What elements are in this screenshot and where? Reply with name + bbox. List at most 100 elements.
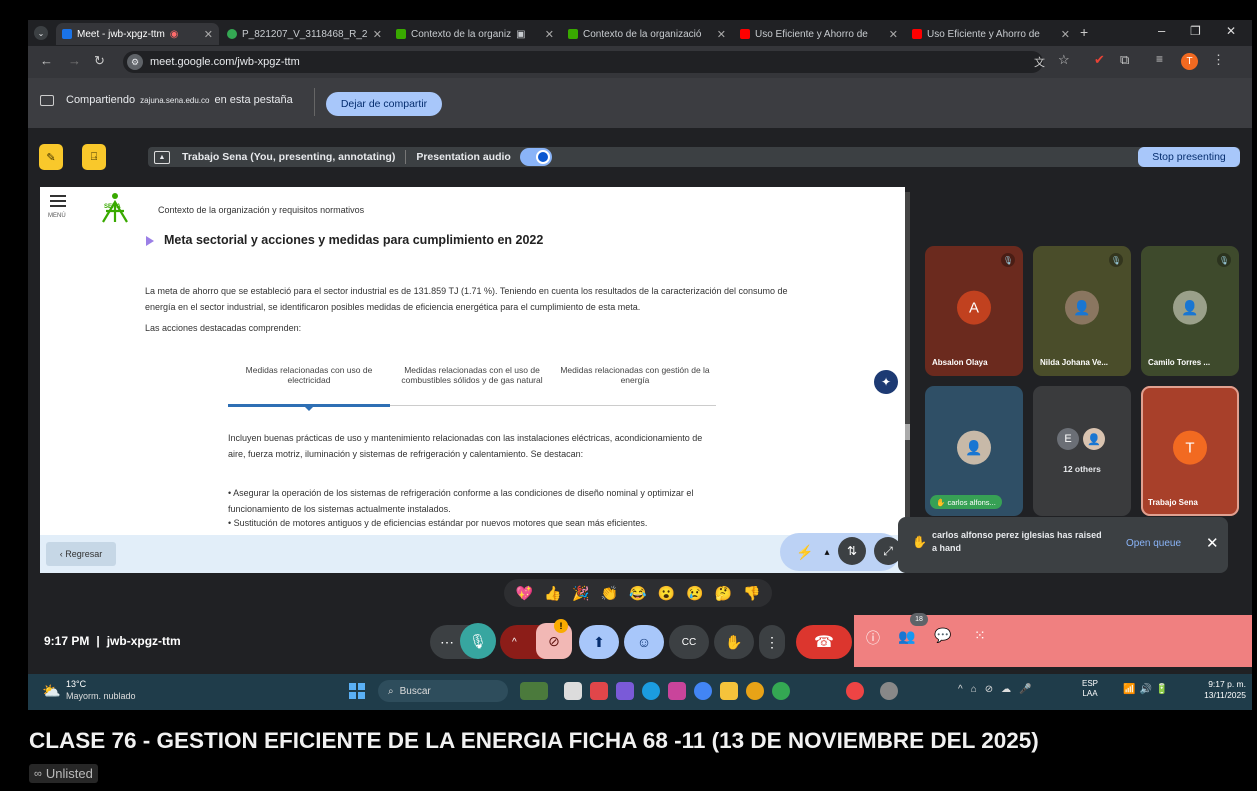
pointer-tool-icon[interactable]: ▴ [820,543,834,561]
party-reaction-icon[interactable]: 🎉 [572,585,589,602]
start-button[interactable] [349,683,365,699]
extensions-icon[interactable]: ⧉ [1120,52,1129,68]
scrollbar[interactable] [905,192,910,572]
people-icon[interactable]: 👥 [898,628,915,645]
more-options-button[interactable]: ⋮ [759,625,785,659]
tab-gestion[interactable]: Medidas relacionadas con gestión de la e… [554,357,716,393]
search-icon: ⌕ [388,685,394,697]
thinking-reaction-icon[interactable]: 🤔 [715,585,732,602]
captions-button[interactable]: CC [669,625,709,659]
laugh-reaction-icon[interactable]: 😂 [629,585,646,602]
close-tab-icon[interactable]: ✕ [545,28,554,41]
leave-call-button[interactable]: ☎ [796,625,852,659]
recording-icon: ◉ [169,28,179,40]
network-volume-battery-icons[interactable]: 📶🔊🔋 [1123,684,1172,695]
back-button[interactable]: ‹ Regresar [46,542,116,566]
extension-red-icon[interactable]: ✔ [1094,52,1105,68]
sena-favicon [568,29,578,39]
accessibility-button[interactable]: ✦ [874,370,898,394]
present-button[interactable]: ⬆ [579,625,619,659]
participant-tile[interactable]: 👤 ✋ carlos alfons... [925,386,1023,516]
profile-avatar[interactable]: T [1181,53,1198,70]
url-text[interactable]: meet.google.com/jwb-xpgz-ttm [150,56,300,68]
heart-reaction-icon[interactable]: 💖 [516,585,533,602]
close-window-icon[interactable]: ✕ [1226,24,1236,38]
open-queue-link[interactable]: Open queue [1126,538,1181,549]
tab-electricidad[interactable]: Medidas relacionadas con uso de electric… [228,357,390,393]
browser-menu-icon[interactable]: ⋮ [1212,52,1225,68]
restore-icon[interactable]: ❐ [1190,24,1201,38]
clap-reaction-icon[interactable]: 👏 [601,585,618,602]
reactions-button[interactable]: ☺ [624,625,664,659]
reading-list-icon[interactable]: ≡ [1156,52,1163,66]
omnibox[interactable]: ⚙ meet.google.com/jwb-xpgz-ttm [123,51,1043,73]
taskbar-search[interactable]: ⌕ Buscar [378,680,508,702]
chrome-icon[interactable] [746,682,764,700]
close-tab-icon[interactable]: ✕ [717,28,726,41]
forward-icon[interactable]: → [68,53,81,68]
stop-presenting-button[interactable]: Stop presenting [1138,147,1240,167]
site-info-icon[interactable]: ⚙ [127,54,143,70]
others-tile[interactable]: E 👤 12 others [1033,386,1131,516]
close-tab-icon[interactable]: ✕ [889,28,898,41]
app-icon[interactable] [880,682,898,700]
participant-tile[interactable]: 🎙 👤 Nilda Johana Ve... [1033,246,1131,376]
bookmark-star-icon[interactable]: ☆ [1058,52,1070,68]
cast-icon: ▣ [516,28,526,40]
tab-search-button[interactable]: ⌄ [34,26,48,40]
close-tab-icon[interactable]: ✕ [373,28,382,41]
move-toolbar-button[interactable]: ⇅ [838,537,866,565]
participant-tile[interactable]: 🎙 A Absalon Olaya [925,246,1023,376]
presentation-audio-toggle[interactable] [519,148,552,166]
language-indicator[interactable]: ESP LAA [1082,679,1098,699]
tab-2[interactable]: P_821207_V_3118468_R_2 ✕ [221,23,388,45]
meeting-code: jwb-xpgz-ttm [106,634,181,648]
chrome-icon[interactable] [694,682,712,700]
minimize-icon[interactable]: – [1158,23,1165,38]
clock[interactable]: 9:17 p. m. 13/11/2025 [1194,679,1246,701]
new-tab-button[interactable]: + [1080,24,1088,40]
exit-icon-button[interactable]: ⍈ [82,144,106,170]
back-icon[interactable]: ← [40,53,53,68]
task-view-icon[interactable] [564,682,582,700]
sad-reaction-icon[interactable]: 😢 [686,585,703,602]
activities-icon[interactable]: ⁙ [974,627,986,644]
scrollbar-thumb[interactable] [905,424,910,440]
tab-3[interactable]: Contexto de la organiz ▣ ✕ [390,23,560,45]
chrome-icon[interactable] [772,682,790,700]
participant-tile[interactable]: 🎙 👤 Camilo Torres ... [1141,246,1239,376]
translate-icon[interactable]: 文 [1034,54,1045,70]
menu-icon[interactable] [50,195,66,207]
system-tray-icons[interactable]: ^⌂⊘☁🎤 [958,684,1040,695]
body-paragraph: Incluyen buenas prácticas de uso y mante… [228,433,703,459]
meeting-details-icon[interactable]: ⓘ [866,628,880,648]
tab-combustibles[interactable]: Medidas relacionadas con el uso de combu… [391,351,553,399]
reload-icon[interactable]: ↻ [94,53,105,69]
stop-sharing-button[interactable]: Dejar de compartir [326,92,442,116]
raise-hand-button[interactable]: ✋ [714,625,754,659]
thumbs-down-reaction-icon[interactable]: 👎 [743,585,760,602]
tab-5[interactable]: Uso Eficiente y Ahorro de ✕ [734,23,904,45]
close-tab-icon[interactable]: ✕ [1061,28,1070,41]
app-icon[interactable] [668,682,686,700]
edge-icon[interactable] [642,682,660,700]
app-icon[interactable] [590,682,608,700]
app-icon[interactable] [616,682,634,700]
microphone-button[interactable]: 🎙 [460,623,496,659]
close-icon[interactable]: ✕ [1206,534,1219,552]
participant-tile-self[interactable]: T Trabajo Sena [1141,386,1239,516]
tab-6[interactable]: Uso Eficiente y Ahorro de ✕ [906,23,1076,45]
pen-tool-icon[interactable]: ⚡ [792,539,818,565]
file-explorer-icon[interactable] [720,682,738,700]
app-icon[interactable] [520,682,548,700]
annotate-toggle-button[interactable]: ✎ [39,144,63,170]
close-tab-icon[interactable]: ✕ [204,28,213,41]
presenting-bar: ▲ Trabajo Sena (You, presenting, annotat… [148,147,1240,167]
visibility-badge: ∞ Unlisted [29,764,98,783]
surprised-reaction-icon[interactable]: 😮 [658,585,675,602]
tab-4[interactable]: Contexto de la organizació ✕ [562,23,732,45]
thumbs-up-reaction-icon[interactable]: 👍 [544,585,561,602]
app-icon[interactable] [846,682,864,700]
tab-meet[interactable]: Meet - jwb-xpgz-ttm ◉ ✕ [56,23,219,45]
chat-icon[interactable]: 💬 [934,627,951,644]
